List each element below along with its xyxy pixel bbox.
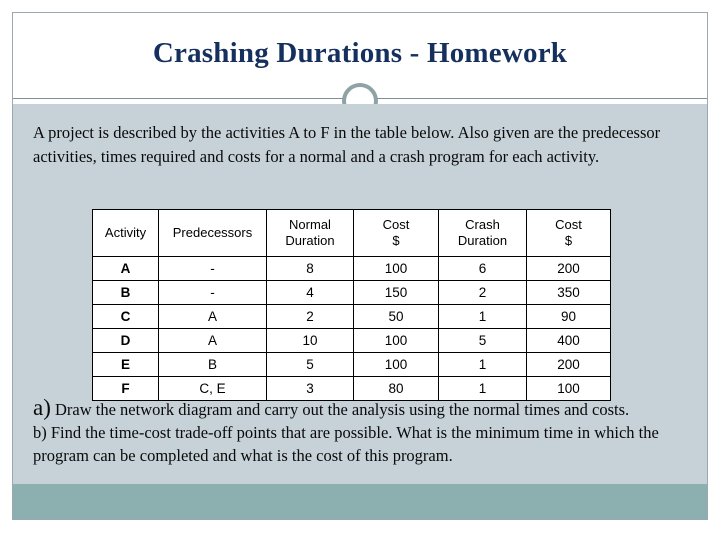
header-line: Duration (457, 233, 508, 248)
table-header-row: Activity Predecessors Normal Duration Co… (92, 209, 611, 257)
questions-block: a) Draw the network diagram and carry ou… (33, 396, 699, 467)
cell-predecessors: A (158, 328, 267, 353)
question-a-marker: a) (33, 395, 51, 420)
question-a: a) Draw the network diagram and carry ou… (33, 396, 699, 421)
cell-normal-cost: 50 (353, 304, 439, 329)
cell-crash-duration: 1 (438, 304, 527, 329)
activities-table: Activity Predecessors Normal Duration Co… (92, 209, 611, 401)
column-header-normal-cost: Cost $ (353, 209, 439, 257)
table-row: B - 4 150 2 350 (92, 280, 611, 305)
cell-crash-cost: 350 (526, 280, 611, 305)
cell-predecessors: A (158, 304, 267, 329)
cell-normal-duration: 4 (266, 280, 354, 305)
cell-activity: B (92, 280, 159, 305)
column-header-activity: Activity (92, 209, 159, 257)
cell-crash-duration: 5 (438, 328, 527, 353)
column-header-predecessors: Predecessors (158, 209, 267, 257)
footer-bar (13, 484, 707, 519)
table-row: D A 10 100 5 400 (92, 328, 611, 353)
cell-crash-cost: 200 (526, 352, 611, 377)
column-header-crash-cost: Cost $ (526, 209, 611, 257)
header-line: Activity (104, 225, 147, 240)
header-line: Cost (382, 217, 410, 232)
cell-crash-cost: 400 (526, 328, 611, 353)
header-line: Predecessors (172, 225, 253, 240)
header-line: Crash (465, 217, 500, 232)
cell-predecessors: - (158, 280, 267, 305)
cell-normal-cost: 100 (353, 328, 439, 353)
column-header-crash-duration: Crash Duration (438, 209, 527, 257)
cell-activity: C (92, 304, 159, 329)
cell-crash-duration: 6 (438, 256, 527, 281)
table-row: C A 2 50 1 90 (92, 304, 611, 329)
header-line: $ (564, 233, 573, 248)
slide: Crashing Durations - Homework A project … (0, 0, 720, 540)
cell-crash-cost: 200 (526, 256, 611, 281)
cell-normal-duration: 10 (266, 328, 354, 353)
header-line: Duration (285, 233, 335, 248)
intro-paragraph: A project is described by the activities… (33, 123, 661, 166)
cell-normal-duration: 8 (266, 256, 354, 281)
slide-frame: Crashing Durations - Homework A project … (12, 12, 708, 520)
cell-activity: A (92, 256, 159, 281)
header-line: $ (392, 233, 400, 248)
cell-normal-cost: 150 (353, 280, 439, 305)
cell-normal-cost: 100 (353, 256, 439, 281)
cell-crash-cost: 90 (526, 304, 611, 329)
cell-activity: D (92, 328, 159, 353)
cell-activity: E (92, 352, 159, 377)
cell-normal-cost: 100 (353, 352, 439, 377)
cell-crash-duration: 2 (438, 280, 527, 305)
cell-crash-duration: 1 (438, 352, 527, 377)
question-a-text: Draw the network diagram and carry out t… (50, 400, 630, 419)
header-line: Cost (555, 217, 582, 232)
table-row: A - 8 100 6 200 (92, 256, 611, 281)
slide-body: A project is described by the activities… (13, 104, 707, 519)
question-b: b) Find the time-cost trade-off points t… (33, 423, 659, 465)
cell-normal-duration: 5 (266, 352, 354, 377)
cell-predecessors: - (158, 256, 267, 281)
cell-normal-duration: 2 (266, 304, 354, 329)
column-header-normal-duration: Normal Duration (266, 209, 354, 257)
table-row: E B 5 100 1 200 (92, 352, 611, 377)
cell-predecessors: B (158, 352, 267, 377)
page-title: Crashing Durations - Homework (152, 37, 568, 69)
header-line: Normal (289, 217, 331, 232)
activities-table-container: Activity Predecessors Normal Duration Co… (92, 209, 611, 401)
